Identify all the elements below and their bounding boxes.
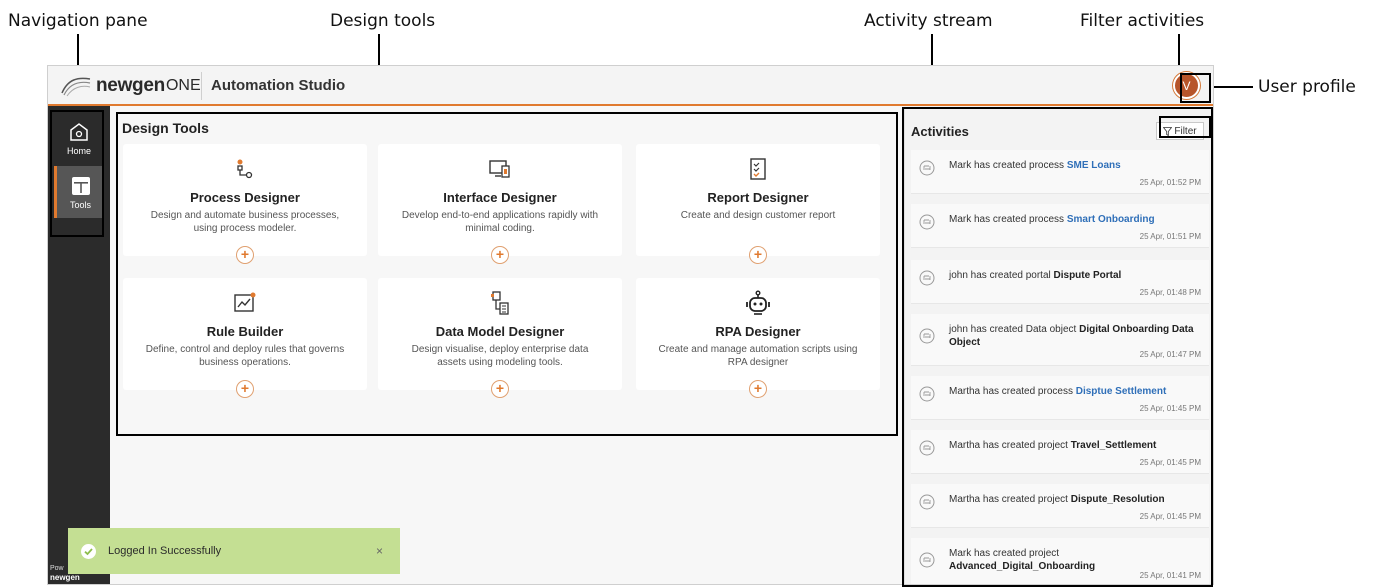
highlight-filter-button: [1159, 116, 1211, 138]
app-title: Automation Studio: [211, 77, 346, 94]
highlight-navigation-pane: [50, 110, 104, 237]
newgen-logo[interactable]: newgen ONE: [60, 75, 201, 97]
highlight-design-tools: [116, 112, 898, 436]
callout-user-profile: User profile: [1258, 77, 1356, 97]
newgen-swoosh-icon: [61, 77, 91, 97]
toast-message: Logged In Successfully: [108, 545, 222, 557]
callout-design-tools: Design tools: [330, 11, 436, 31]
logo-text-bold: newgen: [96, 75, 165, 96]
callout-activity-stream: Activity stream: [864, 11, 993, 31]
highlight-user-profile: [1180, 73, 1211, 103]
check-circle-icon: [81, 543, 96, 559]
success-toast: Logged In Successfully ×: [68, 528, 400, 574]
callout-line-user-profile: [1213, 86, 1253, 88]
top-bar: newgen ONE Automation Studio V: [48, 66, 1213, 106]
close-icon[interactable]: ×: [376, 544, 383, 558]
callout-navigation-pane: Navigation pane: [8, 11, 148, 31]
header-divider: [201, 72, 202, 100]
powered-by-logo: newgen: [50, 573, 80, 582]
logo-text-light: ONE: [165, 77, 201, 94]
highlight-activity-stream: [902, 107, 1213, 587]
callout-filter-activities: Filter activities: [1080, 11, 1205, 31]
